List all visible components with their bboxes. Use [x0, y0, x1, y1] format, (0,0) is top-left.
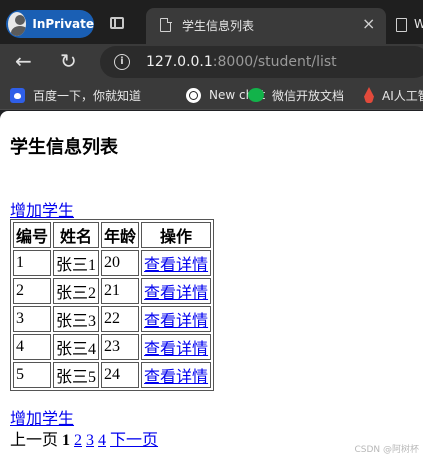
url-text[interactable]: 127.0.0.1:8000/student/list [146, 54, 337, 70]
cell-id: 1 [13, 250, 52, 276]
url-host: 127.0.0.1 [146, 54, 213, 70]
page-link-3[interactable]: 3 [86, 432, 94, 449]
cell-id: 2 [13, 278, 52, 304]
view-details-link[interactable]: 查看详情 [144, 313, 208, 330]
cell-action: 查看详情 [141, 278, 212, 304]
document-icon [160, 17, 172, 32]
reload-icon[interactable]: ↻ [60, 50, 77, 72]
bookmark-wechat-docs[interactable]: 微信开放文档 [248, 86, 344, 104]
cell-age: 24 [101, 362, 140, 388]
chat-icon [186, 87, 201, 103]
watermark: CSDN @阿树杯 [354, 445, 419, 455]
cell-name: 张三3 [53, 306, 100, 332]
baidu-icon [10, 87, 25, 103]
bookmark-label: AI人工智 [382, 88, 423, 103]
table-row: 1 张三1 20 查看详情 [13, 250, 212, 276]
page-title: 学生信息列表 [10, 137, 118, 158]
view-details-link[interactable]: 查看详情 [144, 341, 208, 358]
table-row: 5 张三5 24 查看详情 [13, 362, 212, 388]
site-info-icon[interactable]: i [114, 54, 130, 70]
tab-actions-icon[interactable] [110, 17, 124, 29]
bookmark-label: 微信开放文档 [272, 88, 345, 103]
column-header-name: 姓名 [53, 222, 100, 248]
next-page-link[interactable]: 下一页 [110, 432, 158, 449]
view-details-link[interactable]: 查看详情 [144, 369, 208, 386]
cell-name: 张三1 [53, 250, 100, 276]
cell-name: 张三5 [53, 362, 100, 388]
inprivate-badge[interactable]: InPrivate [6, 10, 94, 38]
table-row: 4 张三4 23 查看详情 [13, 334, 212, 360]
back-arrow-icon[interactable]: ← [15, 50, 32, 72]
view-details-link[interactable]: 查看详情 [144, 257, 208, 274]
bookmark-label: 百度一下，你就知道 [33, 88, 142, 103]
cell-action: 查看详情 [141, 334, 212, 360]
ai-icon [364, 87, 374, 103]
cell-age: 23 [101, 334, 140, 360]
wechat-icon [248, 88, 264, 102]
tab-active[interactable]: 学生信息列表 × [146, 8, 386, 44]
cell-id: 5 [13, 362, 52, 388]
tab-title: 学生信息列表 [182, 19, 255, 33]
cell-action: 查看详情 [141, 306, 212, 332]
cell-id: 3 [13, 306, 52, 332]
bookmarks-bar: 百度一下，你就知道 New chat 微信开放文档 AI人工智 [0, 80, 423, 110]
tab-bar: InPrivate 学生信息列表 × W [0, 0, 423, 44]
tab2-title[interactable]: W [414, 17, 423, 31]
cell-action: 查看详情 [141, 250, 212, 276]
tab-close-icon[interactable]: × [362, 15, 375, 33]
current-page: 1 [62, 432, 71, 449]
page-link-4[interactable]: 4 [98, 432, 106, 449]
bookmark-baidu[interactable]: 百度一下，你就知道 [10, 86, 141, 104]
table-row: 3 张三3 22 查看详情 [13, 306, 212, 332]
student-table: 编号 姓名 年龄 操作 1 张三1 20 查看详情 2 张三2 21 查看详情 … [10, 219, 215, 391]
view-details-link[interactable]: 查看详情 [144, 285, 208, 302]
navigation-bar: ← ↻ i 127.0.0.1:8000/student/list [0, 44, 423, 80]
address-bar[interactable]: i 127.0.0.1:8000/student/list [100, 46, 423, 78]
cell-age: 20 [101, 250, 140, 276]
bookmark-ai[interactable]: AI人工智 [364, 86, 423, 104]
profile-avatar-icon [8, 12, 27, 36]
table-row: 2 张三2 21 查看详情 [13, 278, 212, 304]
prev-page-label: 上一页 [10, 432, 59, 449]
column-header-age: 年龄 [101, 222, 140, 248]
cell-action: 查看详情 [141, 362, 212, 388]
document-icon[interactable] [396, 18, 407, 32]
table-header-row: 编号 姓名 年龄 操作 [13, 222, 212, 248]
cell-id: 4 [13, 334, 52, 360]
pagination: 上一页 1 2 3 4 下一页 [10, 426, 158, 450]
cell-name: 张三4 [53, 334, 100, 360]
cell-age: 21 [101, 278, 140, 304]
inprivate-label: InPrivate [32, 17, 94, 31]
cell-name: 张三2 [53, 278, 100, 304]
column-header-id: 编号 [13, 222, 52, 248]
add-student-link[interactable]: 增加学生 [10, 197, 74, 221]
page-link-2[interactable]: 2 [74, 432, 82, 449]
column-header-action: 操作 [141, 222, 212, 248]
cell-age: 22 [101, 306, 140, 332]
page-content: 学生信息列表 增加学生 编号 姓名 年龄 操作 1 张三1 20 查看详情 2 … [0, 111, 423, 459]
url-path: :8000/student/list [212, 54, 337, 70]
